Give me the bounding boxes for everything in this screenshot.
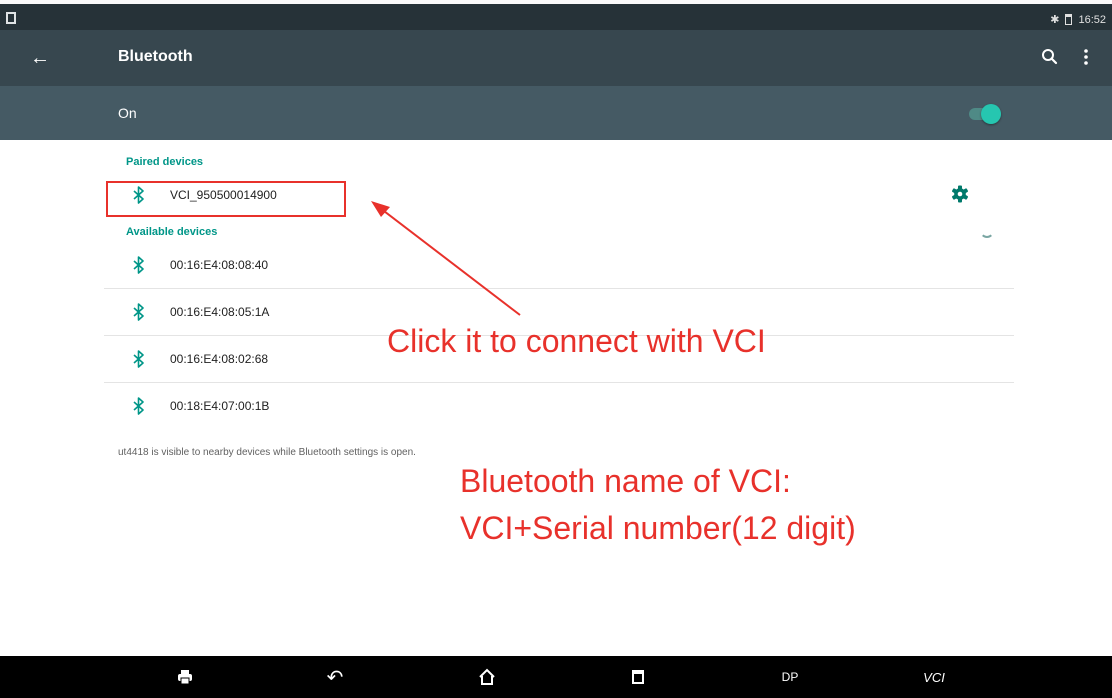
recents-icon[interactable]	[625, 664, 651, 690]
dp-button[interactable]: DP	[770, 664, 810, 690]
annotation-name-hint-line2: VCI+Serial number(12 digit)	[460, 510, 856, 546]
annotation-arrow	[371, 201, 521, 316]
bluetooth-icon	[132, 303, 146, 321]
battery-icon	[1065, 14, 1073, 25]
clock: 16:52	[1078, 13, 1106, 26]
home-icon[interactable]	[474, 664, 500, 690]
bluetooth-icon	[132, 350, 146, 368]
device-name: 00:16:E4:08:08:40	[170, 258, 269, 272]
back-icon[interactable]: ↶	[322, 664, 348, 690]
search-icon[interactable]	[1040, 45, 1060, 69]
paired-devices-header: Paired devices	[126, 156, 204, 168]
app-bar: ← Bluetooth	[0, 30, 1112, 86]
status-bar: ✱ 16:52	[0, 0, 1112, 30]
print-icon[interactable]	[172, 664, 198, 690]
bluetooth-icon	[132, 397, 146, 415]
bluetooth-toggle-row[interactable]: On	[0, 86, 1112, 140]
bluetooth-icon	[132, 256, 146, 274]
gear-icon[interactable]	[950, 184, 970, 204]
available-device-row[interactable]: 00:16:E4:08:08:40	[104, 242, 1014, 289]
device-name: 00:18:E4:07:00:1B	[170, 399, 270, 413]
screen-icon	[6, 12, 16, 24]
annotation-click-hint: Click it to connect with VCI	[387, 323, 766, 359]
available-devices-header: Available devices	[126, 226, 218, 238]
vci-button[interactable]: VCI	[914, 664, 954, 690]
device-name: 00:16:E4:08:05:1A	[170, 305, 270, 319]
toggle-switch-thumb[interactable]	[981, 104, 1001, 124]
more-vert-icon[interactable]	[1082, 47, 1090, 67]
highlight-box	[106, 181, 346, 217]
toggle-label: On	[118, 105, 137, 121]
visibility-note: ut4418 is visible to nearby devices whil…	[118, 447, 416, 458]
scanning-spinner-icon	[980, 224, 994, 238]
device-name: 00:16:E4:08:02:68	[170, 352, 269, 366]
page-title: Bluetooth	[118, 48, 193, 65]
bluetooth-status-icon: ✱	[1050, 14, 1060, 26]
annotation-name-hint-line1: Bluetooth name of VCI:	[460, 463, 791, 499]
arrow-back-icon[interactable]: ←	[30, 46, 50, 70]
navigation-bar: ↶ DP VCI	[0, 656, 1112, 698]
available-device-row[interactable]: 00:18:E4:07:00:1B	[104, 383, 1014, 430]
status-indicators: ✱ 16:52	[1050, 13, 1106, 27]
